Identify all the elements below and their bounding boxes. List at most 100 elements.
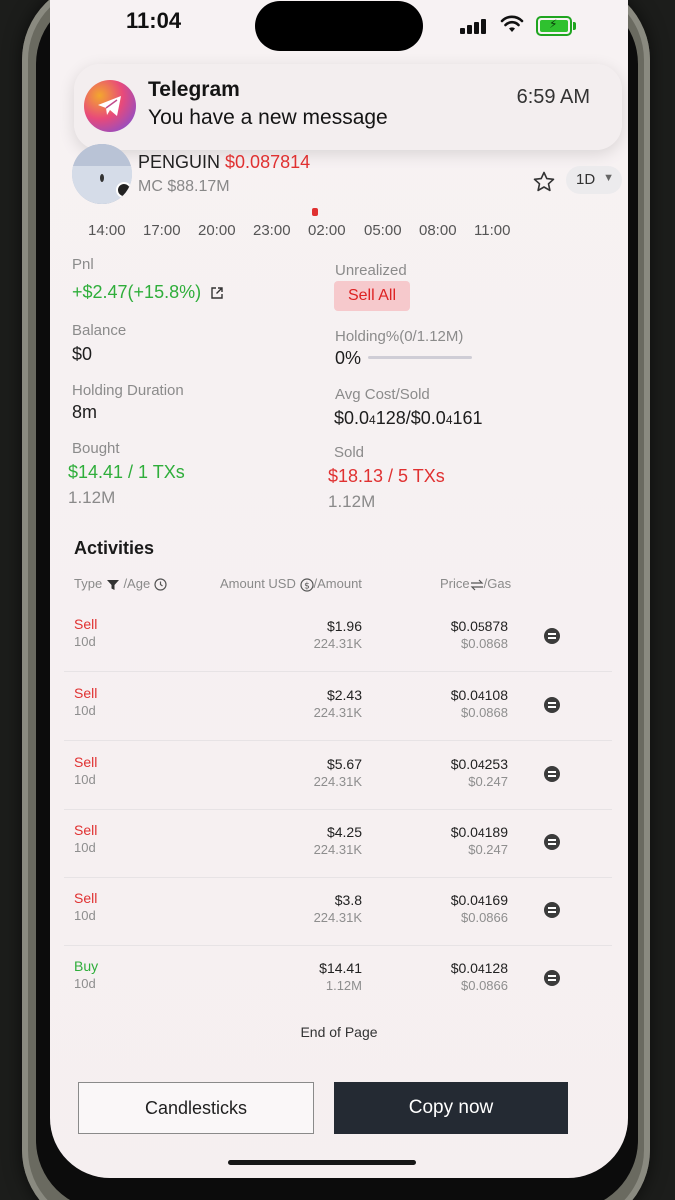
chevron-down-icon: ▼ bbox=[603, 172, 614, 184]
activity-row[interactable]: Sell 10d $5.67 224.31K $0.04253 $0.247 bbox=[64, 742, 612, 810]
home-indicator[interactable] bbox=[228, 1160, 416, 1165]
copy-now-button[interactable]: Copy now bbox=[334, 1082, 568, 1134]
avg-cost-zeros: 4 bbox=[369, 413, 376, 427]
sell-all-button[interactable]: Sell All bbox=[334, 281, 410, 311]
balance-value: $0 bbox=[72, 344, 93, 364]
tx-amount-usd: $14.41 bbox=[319, 960, 362, 976]
battery-icon: ⚡ bbox=[536, 16, 572, 36]
tx-gas: $0.0866 bbox=[461, 978, 508, 993]
tx-gas: $0.247 bbox=[468, 842, 508, 857]
dollar-coin-icon[interactable]: $ bbox=[299, 577, 314, 592]
tx-price: $0.05878 bbox=[450, 618, 508, 634]
market-cap: MC $88.17M bbox=[138, 178, 230, 195]
axis-label: 14:00 bbox=[88, 222, 126, 239]
token-price: $0.087814 bbox=[225, 152, 311, 172]
axis-label: 17:00 bbox=[143, 222, 181, 239]
type-header: Type bbox=[74, 576, 103, 591]
holding-value: 0% bbox=[335, 348, 362, 368]
wifi-icon bbox=[500, 15, 524, 32]
notification-message: You have a new message bbox=[148, 106, 388, 129]
tx-gas: $0.247 bbox=[468, 774, 508, 789]
clock-icon[interactable] bbox=[154, 578, 167, 591]
candlesticks-button[interactable]: Candlesticks bbox=[78, 1082, 314, 1134]
pnl-amount: +$2.47(+15.8%) bbox=[72, 282, 202, 302]
phone-screen: 11:04 ⚡ Telegram You have a new message … bbox=[50, 0, 628, 1178]
solana-icon[interactable] bbox=[544, 697, 560, 713]
activity-row[interactable]: Sell 10d $2.43 224.31K $0.04108 $0.0868 bbox=[64, 673, 612, 741]
tx-age: 10d bbox=[74, 908, 96, 923]
avg-cost-label: Avg Cost/Sold bbox=[335, 386, 430, 403]
tx-amount-usd: $5.67 bbox=[326, 756, 362, 772]
telegram-notification[interactable]: Telegram You have a new message 6:59 AM bbox=[74, 64, 622, 150]
tx-age: 10d bbox=[74, 703, 96, 718]
avg-cost-part: $0.0 bbox=[334, 408, 370, 428]
price-header: Price bbox=[440, 576, 470, 591]
duration-label: Holding Duration bbox=[72, 382, 184, 399]
bought-label: Bought bbox=[72, 440, 120, 457]
notification-time: 6:59 AM bbox=[516, 86, 590, 108]
axis-label: 05:00 bbox=[364, 222, 402, 239]
amount-header[interactable]: Amount USD $/Amount bbox=[220, 576, 362, 592]
tx-price: $0.04169 bbox=[450, 892, 508, 908]
chart-time-axis: 14:00 17:00 20:00 23:00 02:00 05:00 08:0… bbox=[88, 222, 608, 246]
tx-amount: 224.31K bbox=[313, 636, 362, 651]
axis-label: 02:00 bbox=[308, 222, 346, 239]
sold-label: Sold bbox=[334, 444, 365, 461]
svg-text:$: $ bbox=[304, 581, 310, 591]
tx-gas: $0.0868 bbox=[461, 705, 508, 720]
avg-cost-part: 128/$0.0 bbox=[375, 408, 446, 428]
activity-row[interactable]: Sell 10d $3.8 224.31K $0.04169 $0.0866 bbox=[64, 878, 612, 946]
activity-row[interactable]: Buy 10d $14.41 1.12M $0.04128 $0.0866 bbox=[64, 946, 612, 1014]
tx-age: 10d bbox=[74, 976, 96, 991]
solana-icon[interactable] bbox=[544, 766, 560, 782]
unrealized-label: Unrealized bbox=[335, 262, 407, 279]
timeframe-select[interactable]: 1D ▼ bbox=[566, 166, 622, 194]
bought-value: $14.41 / 1 TXs bbox=[68, 462, 185, 482]
status-time: 11:04 bbox=[126, 8, 182, 33]
tx-price: $0.04128 bbox=[450, 960, 508, 976]
gas-header: /Gas bbox=[483, 576, 512, 591]
tx-amount: 224.31K bbox=[313, 910, 362, 925]
tx-type: Sell bbox=[74, 616, 98, 632]
tx-amount-usd: $1.96 bbox=[326, 618, 362, 634]
swap-icon[interactable] bbox=[470, 579, 484, 591]
notification-app-name: Telegram bbox=[148, 78, 240, 101]
status-bar: 11:04 ⚡ bbox=[50, 0, 628, 52]
timeframe-value: 1D bbox=[576, 171, 596, 188]
tx-amount: 1.12M bbox=[325, 978, 362, 993]
tx-gas: $0.0868 bbox=[461, 636, 508, 651]
filter-icon[interactable] bbox=[106, 579, 120, 591]
star-icon[interactable] bbox=[532, 170, 556, 194]
axis-label: 23:00 bbox=[253, 222, 291, 239]
token-avatar bbox=[72, 144, 132, 204]
pnl-label: Pnl bbox=[72, 256, 94, 273]
sold-value: $18.13 / 5 TXs bbox=[328, 466, 445, 486]
activity-row[interactable]: Sell 10d $4.25 224.31K $0.04189 $0.247 bbox=[64, 810, 612, 878]
solana-icon[interactable] bbox=[544, 902, 560, 918]
amount-qty-header: /Amount bbox=[313, 576, 362, 591]
tx-price: $0.04189 bbox=[450, 824, 508, 840]
telegram-icon bbox=[84, 80, 136, 132]
tx-price: $0.04253 bbox=[450, 756, 508, 772]
solana-icon[interactable] bbox=[544, 628, 560, 644]
duration-value: 8m bbox=[72, 402, 98, 422]
price-gas-header[interactable]: Price/Gas bbox=[440, 576, 511, 591]
tx-gas: $0.0866 bbox=[461, 910, 508, 925]
pnl-value[interactable]: +$2.47(+15.8%) bbox=[72, 282, 224, 303]
tx-age: 10d bbox=[74, 772, 96, 787]
chart-marker bbox=[312, 208, 318, 216]
type-age-header[interactable]: Type /Age bbox=[74, 576, 167, 591]
bought-qty: 1.12M bbox=[68, 488, 116, 507]
activities-title: Activities bbox=[74, 538, 155, 558]
solana-icon[interactable] bbox=[544, 970, 560, 986]
tx-type: Sell bbox=[74, 754, 98, 770]
solana-icon[interactable] bbox=[544, 834, 560, 850]
dynamic-island bbox=[255, 1, 423, 51]
tx-amount: 224.31K bbox=[313, 774, 362, 789]
tx-age: 10d bbox=[74, 634, 96, 649]
chain-badge-icon bbox=[116, 182, 132, 198]
token-symbol: PENGUIN bbox=[138, 152, 221, 172]
activity-row[interactable]: Sell 10d $1.96 224.31K $0.05878 $0.0868 bbox=[64, 604, 612, 672]
external-link-icon bbox=[211, 287, 223, 299]
avg-cost-value: $0.04128/$0.04161 bbox=[334, 408, 483, 429]
